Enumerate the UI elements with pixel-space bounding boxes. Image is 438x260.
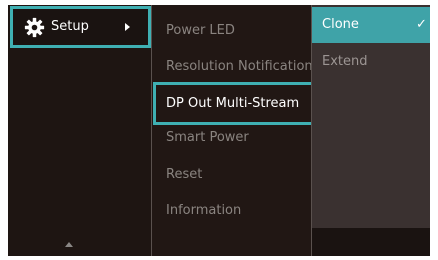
submenu-item-dp-out-multi-stream[interactable]: DP Out Multi-Stream (153, 82, 322, 125)
gear-icon (24, 17, 45, 38)
options-column: Clone ✓ Extend (312, 5, 430, 256)
submenu-column: Power LED Resolution Notification DP Out… (152, 5, 322, 256)
submenu-item-information[interactable]: Information (166, 203, 241, 218)
submenu-item-power-led[interactable]: Power LED (166, 23, 235, 38)
up-arrow-icon[interactable] (65, 242, 73, 247)
option-clone[interactable]: Clone ✓ (312, 7, 430, 43)
osd-menu: Setup Power LED Resolution Notification … (8, 5, 430, 256)
submenu-item-resolution-notification[interactable]: Resolution Notification (166, 59, 313, 74)
chevron-right-icon (125, 23, 130, 31)
option-clone-label: Clone (322, 17, 359, 32)
options-footer (312, 228, 430, 256)
option-extend[interactable]: Extend (322, 54, 368, 69)
submenu-item-smart-power[interactable]: Smart Power (166, 130, 249, 145)
menu-item-setup-label: Setup (51, 19, 89, 34)
menu-item-setup[interactable]: Setup (10, 6, 151, 48)
submenu-item-reset[interactable]: Reset (166, 167, 202, 182)
checkmark-icon: ✓ (416, 17, 427, 32)
main-menu-column: Setup (8, 5, 151, 256)
